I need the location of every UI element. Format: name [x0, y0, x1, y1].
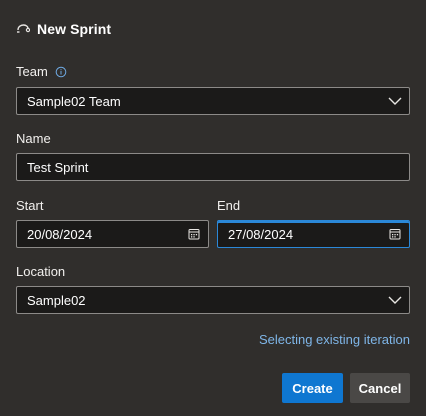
info-icon[interactable] — [55, 66, 67, 78]
location-value: Sample02 — [27, 292, 86, 308]
end-label: End — [217, 198, 241, 213]
name-label: Name — [16, 131, 51, 146]
calendar-icon[interactable] — [381, 221, 409, 247]
calendar-icon[interactable] — [180, 221, 208, 247]
chevron-down-icon — [381, 287, 409, 313]
create-button[interactable]: Create — [282, 373, 343, 403]
location-label: Location — [16, 264, 66, 279]
end-value: 27/08/2024 — [228, 226, 294, 242]
team-label-row: Team — [16, 64, 67, 79]
start-value: 20/08/2024 — [27, 226, 93, 242]
name-input[interactable]: Test Sprint — [16, 153, 410, 181]
team-dropdown[interactable]: Sample02 Team — [16, 87, 410, 115]
existing-iteration-link[interactable]: Selecting existing iteration — [259, 332, 410, 347]
team-value: Sample02 Team — [27, 93, 121, 109]
name-value: Test Sprint — [27, 159, 89, 175]
start-date-input[interactable]: 20/08/2024 — [16, 220, 209, 248]
team-label: Team — [16, 64, 48, 79]
chevron-down-icon — [381, 88, 409, 114]
new-sprint-dialog: New Sprint Team Sample02 Team Name Test … — [0, 0, 426, 416]
dialog-title: New Sprint — [37, 21, 112, 37]
start-label: Start — [16, 198, 44, 213]
cancel-button[interactable]: Cancel — [350, 373, 410, 403]
dialog-header: New Sprint — [16, 20, 111, 38]
sprint-icon — [16, 23, 30, 35]
end-date-input[interactable]: 27/08/2024 — [217, 220, 410, 248]
location-dropdown[interactable]: Sample02 — [16, 286, 410, 314]
